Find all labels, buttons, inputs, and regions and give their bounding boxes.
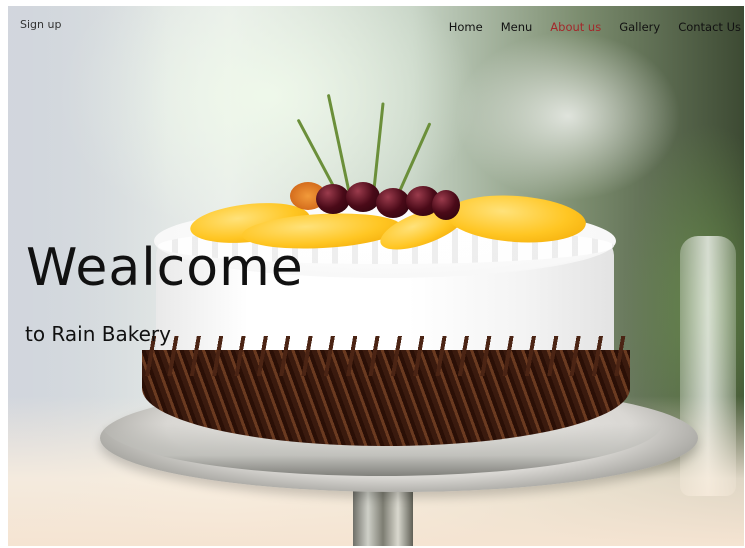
nav-item-menu[interactable]: Menu — [501, 20, 533, 34]
hero-subtitle: to Rain Bakery — [25, 322, 171, 346]
nav-item-home[interactable]: Home — [449, 20, 483, 34]
nav-item-contact-us[interactable]: Contact Us — [678, 20, 741, 34]
main-nav: Home Menu About us Gallery Contact Us — [449, 20, 741, 34]
cherry — [346, 182, 380, 212]
cherry-stem — [372, 102, 385, 195]
hero-title: Wealcome — [26, 238, 304, 298]
chocolate-shavings-top — [142, 336, 630, 376]
cherry — [316, 184, 350, 214]
signup-link[interactable]: Sign up — [20, 18, 61, 31]
cherry — [376, 188, 410, 218]
cherry — [432, 190, 460, 220]
nav-item-about-us[interactable]: About us — [550, 20, 601, 34]
nav-item-gallery[interactable]: Gallery — [619, 20, 660, 34]
cherry-stem — [296, 118, 337, 191]
